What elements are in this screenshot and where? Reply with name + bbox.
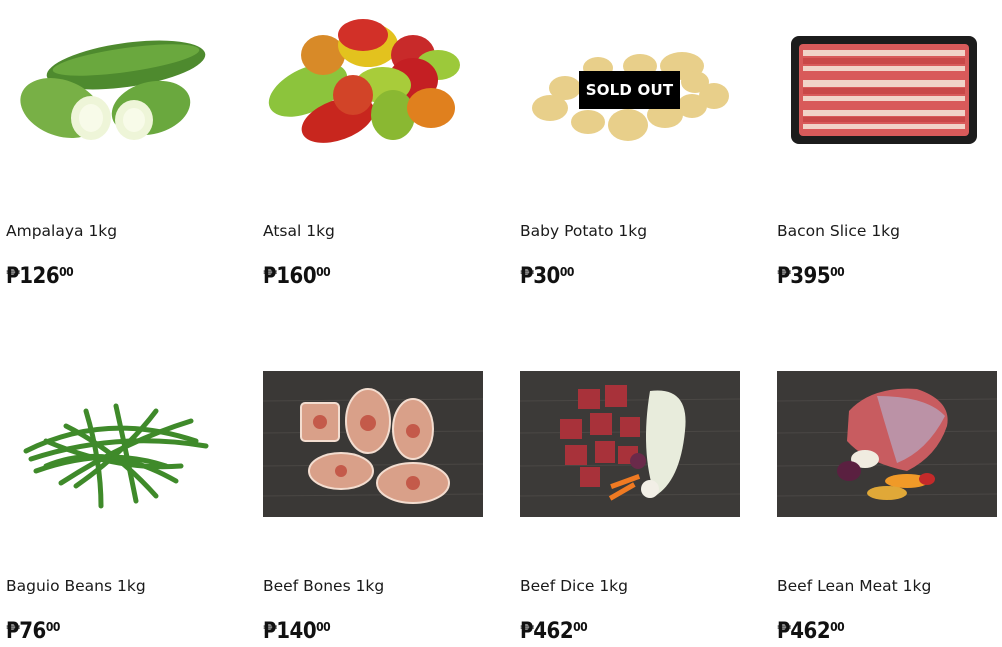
beef-bones-image[interactable] [263,371,483,517]
product-price: ₱14000 [263,619,331,644]
product-name[interactable]: Beef Bones 1kg [263,577,384,595]
product-name[interactable]: Atsal 1kg [263,222,335,240]
bell-pepper-image[interactable] [263,0,483,146]
product-name[interactable]: Ampalaya 1kg [6,222,117,240]
product-price: ₱3000 [520,264,574,289]
sold-out-badge: SOLD OUT [579,71,680,109]
product-name[interactable]: Baguio Beans 1kg [6,577,146,595]
product-price: ₱12600 [6,264,74,289]
beef-lean-meat-image[interactable] [777,371,997,517]
product-price: ₱46200 [777,619,845,644]
bacon-image[interactable] [777,0,997,146]
product-name[interactable]: Beef Lean Meat 1kg [777,577,931,595]
product-name[interactable]: Baby Potato 1kg [520,222,647,240]
beef-dice-image[interactable] [520,371,740,517]
product-name[interactable]: Bacon Slice 1kg [777,222,900,240]
product-price: ₱46200 [520,619,588,644]
ampalaya-image[interactable] [6,0,226,146]
product-price: ₱7600 [6,619,60,644]
potato-image[interactable]: SOLD OUT [520,0,740,146]
product-name[interactable]: Beef Dice 1kg [520,577,628,595]
green-beans-image[interactable] [6,371,226,517]
product-price: ₱16000 [263,264,331,289]
product-price: ₱39500 [777,264,845,289]
